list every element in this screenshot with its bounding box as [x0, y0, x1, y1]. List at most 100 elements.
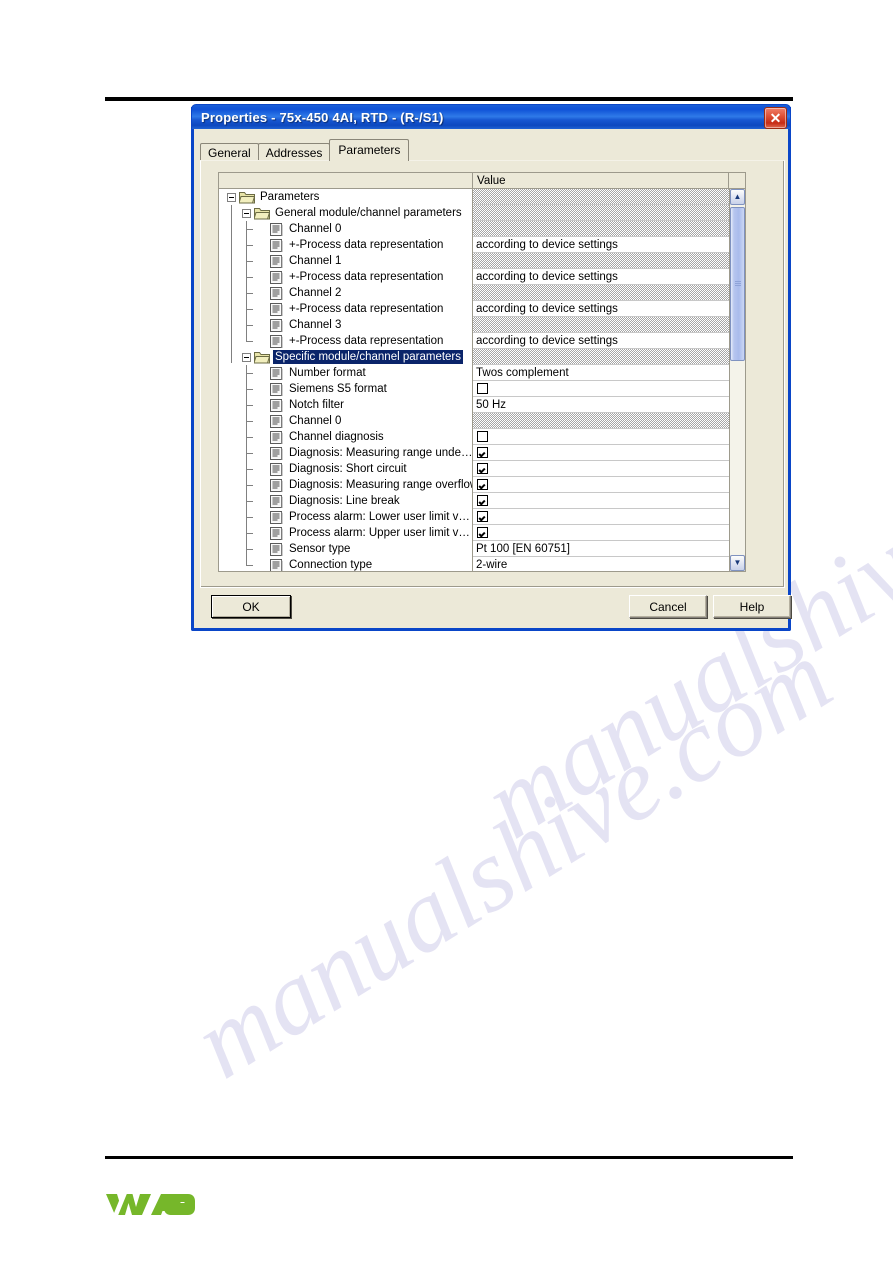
tab-strip: General Addresses Parameters [200, 139, 410, 161]
tab-general[interactable]: General [200, 143, 259, 161]
dialog-titlebar[interactable]: Properties - 75x-450 4AI, RTD - (R-/S1) … [191, 104, 791, 129]
document-icon [270, 446, 283, 460]
value-checkbox[interactable] [477, 527, 488, 538]
document-icon [270, 334, 283, 348]
tree-row[interactable]: Process alarm: Lower user limit v… [219, 509, 472, 525]
tree-collapse-icon[interactable] [227, 192, 236, 202]
value-cell[interactable] [473, 525, 729, 541]
tree-row[interactable]: Channel 0 [219, 413, 472, 429]
tree-row[interactable]: Siemens S5 format [219, 381, 472, 397]
properties-dialog: Properties - 75x-450 4AI, RTD - (R-/S1) … [191, 104, 791, 631]
scroll-up-arrow-icon[interactable]: ▲ [730, 189, 745, 205]
tree-row[interactable]: Diagnosis: Measuring range overflow [219, 477, 472, 493]
tree-connector-line [246, 221, 247, 341]
value-cell [473, 349, 729, 365]
folder-open-icon [253, 350, 271, 364]
tree-line-stub [257, 221, 270, 237]
value-cell[interactable]: 2-wire [473, 557, 729, 571]
tree-row[interactable]: Parameters [219, 189, 472, 205]
tree-collapse-icon[interactable] [242, 208, 251, 218]
tree-connector-stub [246, 389, 253, 390]
tree-row[interactable]: Channel 2 [219, 285, 472, 301]
tree-row[interactable]: Specific module/channel parameters [219, 349, 472, 365]
tree-line-stub [257, 493, 270, 509]
cancel-button[interactable]: Cancel [629, 595, 707, 618]
value-cell[interactable]: according to device settings [473, 301, 729, 317]
tree-row-label: Channel 2 [289, 287, 342, 299]
document-icon [270, 526, 283, 540]
value-cell[interactable] [473, 429, 729, 445]
tree-row[interactable]: Channel 3 [219, 317, 472, 333]
value-cell[interactable] [473, 445, 729, 461]
value-checkbox[interactable] [477, 511, 488, 522]
document-icon [270, 382, 283, 396]
value-cell[interactable] [473, 509, 729, 525]
tree-row[interactable]: Channel 1 [219, 253, 472, 269]
parameter-tree-column: Parameters General module/channel paramet… [219, 189, 473, 571]
tree-line-stub [257, 413, 270, 429]
tree-connector-stub [246, 229, 253, 230]
ok-button[interactable]: OK [211, 595, 291, 618]
value-cell[interactable]: 50 Hz [473, 397, 729, 413]
tree-connector-stub [246, 325, 253, 326]
value-checkbox[interactable] [477, 495, 488, 506]
wago-logo [105, 1191, 197, 1218]
value-checkbox[interactable] [477, 463, 488, 474]
grid-vertical-scrollbar[interactable]: ▲ ▼ [729, 189, 745, 571]
value-cell[interactable]: Twos complement [473, 365, 729, 381]
value-checkbox[interactable] [477, 383, 488, 394]
scrollbar-track[interactable] [730, 205, 745, 555]
tree-row[interactable]: +-Process data representation [219, 301, 472, 317]
tree-row[interactable]: Channel 0 [219, 221, 472, 237]
tree-line-stub [257, 461, 270, 477]
value-cell[interactable]: Pt 100 [EN 60751] [473, 541, 729, 557]
value-cell[interactable] [473, 461, 729, 477]
value-text: Twos complement [476, 366, 569, 379]
tree-row[interactable]: General module/channel parameters [219, 205, 472, 221]
value-cell[interactable] [473, 493, 729, 509]
help-button[interactable]: Help [713, 595, 791, 618]
tree-row[interactable]: Diagnosis: Measuring range unde… [219, 445, 472, 461]
tree-row[interactable]: Connection type [219, 557, 472, 571]
tree-row-label: Diagnosis: Measuring range overflow [289, 479, 473, 491]
value-checkbox[interactable] [477, 479, 488, 490]
tree-row-label: Channel diagnosis [289, 431, 384, 443]
tree-connector-stub [246, 405, 253, 406]
tree-connector-stub [246, 277, 253, 278]
value-cell[interactable]: according to device settings [473, 269, 729, 285]
tree-row[interactable]: Channel diagnosis [219, 429, 472, 445]
tree-row-label: Diagnosis: Short circuit [289, 463, 407, 475]
tree-row[interactable]: +-Process data representation [219, 237, 472, 253]
value-cell [473, 285, 729, 301]
tree-row[interactable]: +-Process data representation [219, 269, 472, 285]
value-cell[interactable]: according to device settings [473, 333, 729, 349]
tree-connector-stub [246, 245, 253, 246]
tab-addresses[interactable]: Addresses [257, 143, 331, 161]
tree-row[interactable]: Notch filter [219, 397, 472, 413]
tree-row-label: Diagnosis: Line break [289, 495, 400, 507]
tree-connector-stub [246, 485, 253, 486]
close-icon[interactable]: ✕ [764, 107, 787, 129]
tree-line-stub [257, 253, 270, 269]
value-checkbox[interactable] [477, 431, 488, 442]
tree-row[interactable]: Process alarm: Upper user limit v… [219, 525, 472, 541]
tree-connector-stub [246, 517, 253, 518]
tree-row[interactable]: Diagnosis: Line break [219, 493, 472, 509]
tree-collapse-icon[interactable] [242, 352, 251, 362]
tree-row-label: Connection type [289, 559, 373, 571]
page-header-rule [105, 97, 793, 101]
tree-row-label: +-Process data representation [289, 271, 444, 283]
value-cell[interactable] [473, 477, 729, 493]
tree-row[interactable]: Sensor type [219, 541, 472, 557]
value-cell[interactable] [473, 381, 729, 397]
scrollbar-thumb[interactable] [730, 207, 745, 361]
tree-row[interactable]: Diagnosis: Short circuit [219, 461, 472, 477]
value-cell [473, 221, 729, 237]
tree-connector-stub [246, 453, 253, 454]
scroll-down-arrow-icon[interactable]: ▼ [730, 555, 745, 571]
tab-parameters[interactable]: Parameters [329, 139, 410, 161]
tree-row[interactable]: +-Process data representation [219, 333, 472, 349]
value-checkbox[interactable] [477, 447, 488, 458]
value-cell[interactable]: according to device settings [473, 237, 729, 253]
tree-row[interactable]: Number format [219, 365, 472, 381]
